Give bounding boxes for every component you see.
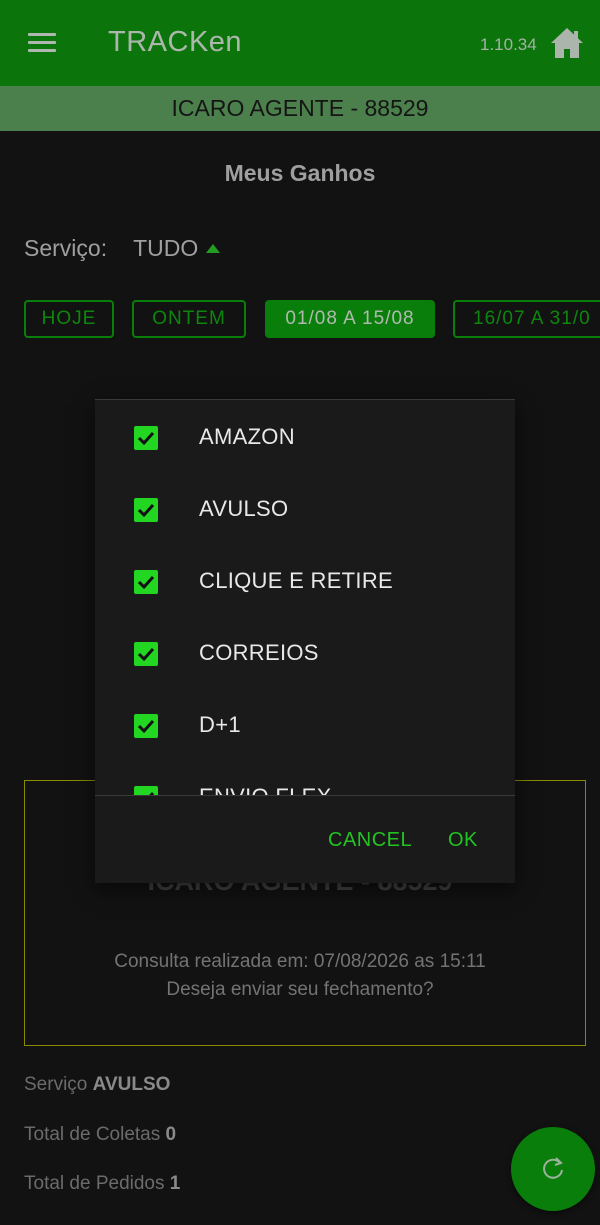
option-d-plus-1[interactable]: D+1 (95, 688, 515, 760)
option-label: D+1 (199, 712, 241, 737)
checkbox-checked-icon[interactable] (134, 642, 158, 666)
option-clique-e-retire[interactable]: CLIQUE E RETIRE (95, 544, 515, 616)
checkbox-checked-icon[interactable] (134, 426, 158, 450)
ok-button[interactable]: OK (448, 829, 478, 852)
checkbox-checked-icon[interactable] (134, 498, 158, 522)
service-select-dialog: AMAZON AVULSO CLIQUE E RETIRE CORREIOS D… (95, 399, 515, 883)
cancel-button[interactable]: CANCEL (328, 829, 412, 852)
checkbox-checked-icon[interactable] (134, 786, 158, 795)
option-envio-flex[interactable]: ENVIO FLEX (95, 760, 515, 795)
checkbox-checked-icon[interactable] (134, 570, 158, 594)
service-options-list[interactable]: AMAZON AVULSO CLIQUE E RETIRE CORREIOS D… (95, 400, 515, 795)
option-label: CLIQUE E RETIRE (199, 568, 393, 593)
dialog-divider (95, 795, 515, 796)
option-avulso[interactable]: AVULSO (95, 472, 515, 544)
checkbox-checked-icon[interactable] (134, 714, 158, 738)
option-label: AMAZON (199, 424, 295, 449)
option-correios[interactable]: CORREIOS (95, 616, 515, 688)
option-label: ENVIO FLEX (199, 784, 332, 795)
option-label: AVULSO (199, 496, 289, 521)
option-amazon[interactable]: AMAZON (95, 400, 515, 472)
option-label: CORREIOS (199, 640, 319, 665)
